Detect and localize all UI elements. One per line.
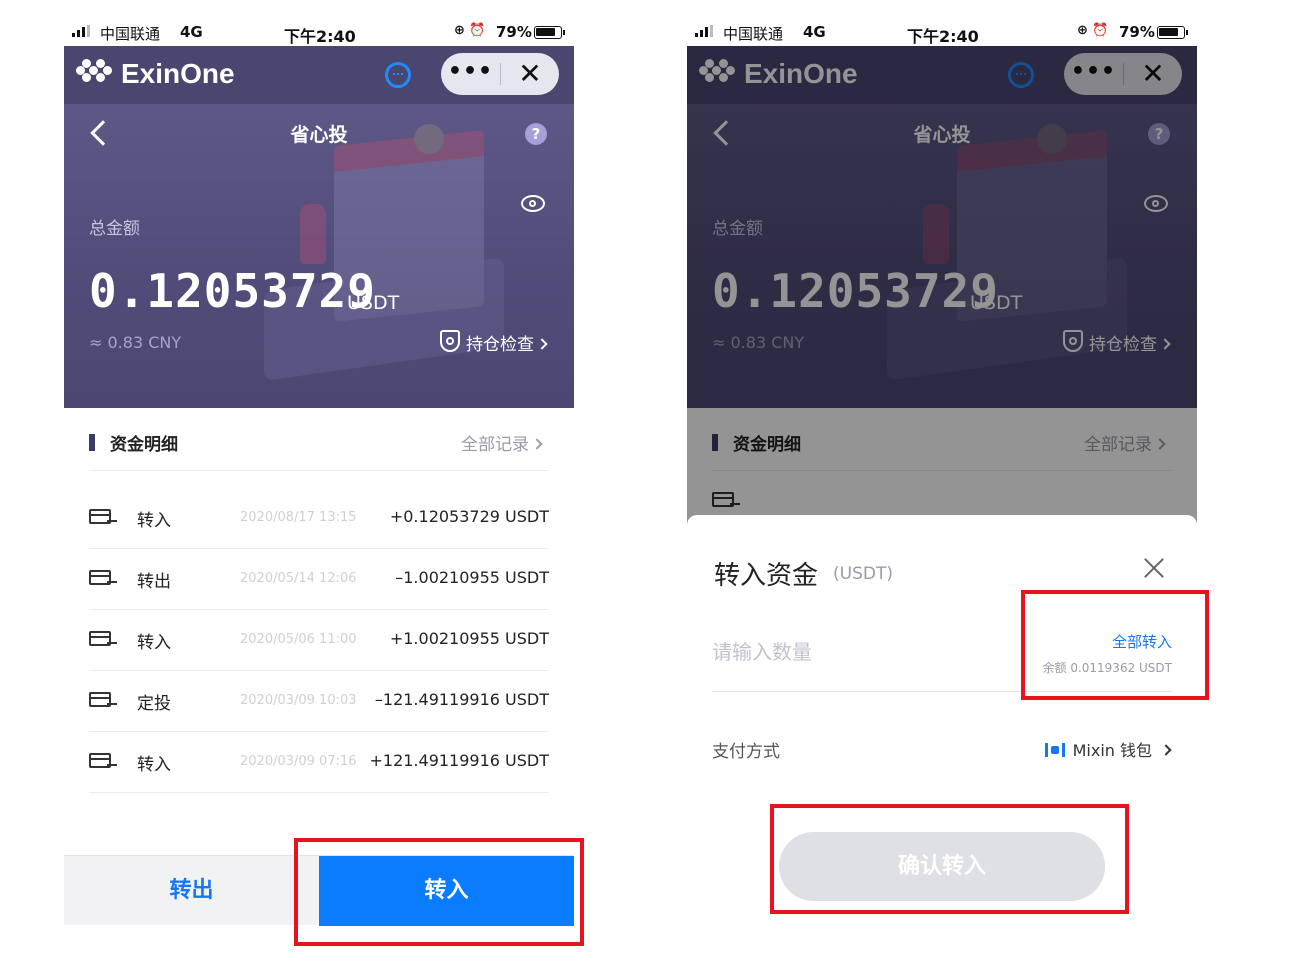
alarm-icon: ⊕ ⏰: [454, 23, 486, 38]
transaction-amount: +0.12053729 USDT: [389, 507, 549, 526]
card-icon: [89, 509, 117, 524]
highlight-box-transfer-in: [294, 838, 584, 946]
divider: [89, 470, 549, 471]
all-records-link[interactable]: 全部记录: [461, 430, 543, 455]
summary-card: 省心投 ? 总金额 0.12053729 USDT ≈ 0.83 CNY 持仓检…: [64, 104, 574, 408]
transaction-type: 转入: [137, 511, 171, 531]
customer-service-icon[interactable]: [385, 62, 411, 88]
payment-method-value: Mixin 钱包: [1072, 741, 1152, 760]
table-row[interactable]: 定投 2020/03/09 10:03 –121.49119916 USDT: [64, 671, 574, 732]
highlight-box-transfer-all: [1021, 590, 1209, 700]
total-amount-value: 0.12053729: [89, 264, 376, 318]
transaction-date: 2020/03/09 07:16: [240, 754, 357, 769]
total-amount-unit: USDT: [347, 292, 400, 314]
payment-method-label: 支付方式: [712, 742, 780, 762]
all-records-label: 全部记录: [461, 435, 529, 455]
alarm-icon: ⊕ ⏰: [1077, 23, 1109, 38]
table-row[interactable]: 转入 2020/03/09 07:16 +121.49119916 USDT: [64, 732, 574, 793]
chevron-right-icon: [1160, 744, 1172, 756]
more-button[interactable]: •••: [441, 53, 500, 95]
status-bar: 中国联通 4G 下午2:40 ⊕ ⏰ 79%: [64, 18, 574, 46]
transaction-date: 2020/08/17 13:15: [240, 510, 357, 525]
highlight-box-confirm: [770, 804, 1129, 914]
total-amount-label: 总金额: [89, 219, 140, 239]
amount-input[interactable]: [712, 627, 1012, 677]
card-icon: [89, 631, 117, 646]
battery-percent: 79%: [496, 23, 532, 41]
help-icon[interactable]: ?: [525, 123, 547, 145]
carrier-label: 中国联通: [100, 25, 161, 43]
status-time: 下午2:40: [284, 27, 356, 46]
app-header: ExinOne ••• ✕: [64, 46, 574, 104]
details-header: 资金明细 全部记录: [64, 408, 574, 470]
transaction-amount: +1.00210955 USDT: [389, 629, 549, 648]
battery-icon: [1157, 26, 1188, 39]
page-title: 省心投: [290, 124, 348, 146]
chevron-right-icon: [531, 438, 543, 450]
network-label: 4G: [180, 23, 203, 41]
table-row[interactable]: 转入 2020/08/17 13:15 +0.12053729 USDT: [64, 488, 574, 549]
section-marker: [89, 434, 95, 451]
phone-screen-left: 中国联通 4G 下午2:40 ⊕ ⏰ 79% ExinOne ••• ✕ 省心投…: [64, 0, 574, 966]
card-icon: [89, 692, 117, 707]
close-icon[interactable]: [1143, 557, 1165, 579]
shield-icon: [440, 330, 460, 352]
transaction-type: 转入: [137, 633, 171, 653]
transaction-type: 转出: [137, 572, 171, 592]
position-check-label: 持仓检查: [466, 335, 534, 355]
transaction-date: 2020/05/14 12:06: [240, 571, 357, 586]
card-icon: [89, 753, 117, 768]
battery-icon: [534, 26, 565, 39]
payment-method-selector[interactable]: Mixin 钱包: [1044, 737, 1172, 761]
transaction-type: 转入: [137, 755, 171, 775]
status-bar: 中国联通 4G 下午2:40 ⊕ ⏰ 79%: [687, 18, 1197, 46]
card-icon: [89, 570, 117, 585]
brand-name: ExinOne: [121, 58, 235, 89]
eye-icon[interactable]: [521, 195, 545, 212]
transaction-amount: –121.49119916 USDT: [374, 690, 549, 709]
details-title: 资金明细: [110, 435, 178, 455]
transaction-amount: –1.00210955 USDT: [395, 568, 549, 587]
mixin-icon: [1044, 743, 1065, 757]
table-row[interactable]: 转入 2020/05/06 11:00 +1.00210955 USDT: [64, 610, 574, 671]
transaction-amount: +121.49119916 USDT: [369, 751, 549, 770]
carrier-label: 中国联通: [723, 25, 784, 43]
transaction-date: 2020/05/06 11:00: [240, 632, 357, 647]
chevron-right-icon: [536, 338, 548, 350]
status-time: 下午2:40: [907, 27, 979, 46]
network-label: 4G: [803, 23, 826, 41]
signal-icon: [72, 25, 94, 37]
modal-unit: (USDT): [833, 564, 893, 584]
transfer-out-button[interactable]: 转出: [64, 856, 319, 926]
battery-percent: 79%: [1119, 23, 1155, 41]
transaction-date: 2020/03/09 10:03: [240, 693, 357, 708]
exinone-logo-icon: [76, 59, 114, 91]
close-button[interactable]: ✕: [501, 53, 559, 95]
modal-title: 转入资金: [714, 561, 819, 591]
cny-equivalent: ≈ 0.83 CNY: [89, 333, 182, 352]
transaction-type: 定投: [137, 694, 171, 714]
row-divider: [89, 792, 549, 793]
mini-program-capsule: ••• ✕: [441, 53, 559, 95]
table-row[interactable]: 转出 2020/05/14 12:06 –1.00210955 USDT: [64, 549, 574, 610]
signal-icon: [695, 25, 717, 37]
